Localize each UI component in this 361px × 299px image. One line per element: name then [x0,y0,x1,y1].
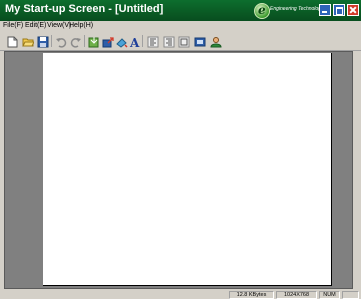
status-bar: 12.8 KBytes 1024X768 NUM [0,290,361,299]
align-left-icon[interactable] [147,35,159,48]
open-folder-icon[interactable] [22,35,35,47]
menu-bar: File(F) Edit(E) View(V) Help(H) [0,21,361,32]
toolbar-separator [51,35,52,47]
window-title: My Start-up Screen - [Untitled] [5,3,164,15]
engineering-technology-logo-icon: e [254,3,270,19]
paint-icon[interactable] [116,35,128,48]
new-file-icon[interactable] [6,35,18,48]
toolbar: A [0,32,361,51]
menu-view[interactable]: View(V) [47,22,71,29]
canvas[interactable] [43,53,332,286]
undo-icon[interactable] [55,35,67,48]
save-icon[interactable] [37,35,49,48]
redo-icon[interactable] [70,35,82,48]
export-icon[interactable] [102,35,114,48]
status-size: 12.8 KBytes [229,291,274,299]
workspace [4,51,353,289]
resolution-icon[interactable] [194,35,206,47]
toolbar-separator [84,35,85,47]
menu-help[interactable]: Help(H) [69,22,93,29]
import-icon[interactable] [88,35,100,48]
title-bar: My Start-up Screen - [Untitled] e Engine… [0,0,361,21]
toolbar-separator [142,35,143,47]
svg-text:A: A [129,36,140,48]
maximize-button[interactable] [333,4,345,16]
brand-tagline: Engineering Technology [270,6,324,12]
align-right-icon[interactable] [163,35,175,48]
status-numlock: NUM [319,291,340,299]
status-empty [342,291,359,299]
minimize-button[interactable] [319,4,331,16]
text-icon[interactable]: A [129,35,141,50]
center-icon[interactable] [178,35,190,48]
menu-edit[interactable]: Edit(E) [25,22,46,29]
status-resolution: 1024X768 [276,291,317,299]
user-icon[interactable] [210,35,222,48]
close-button[interactable] [347,4,359,16]
menu-file[interactable]: File(F) [3,22,23,29]
